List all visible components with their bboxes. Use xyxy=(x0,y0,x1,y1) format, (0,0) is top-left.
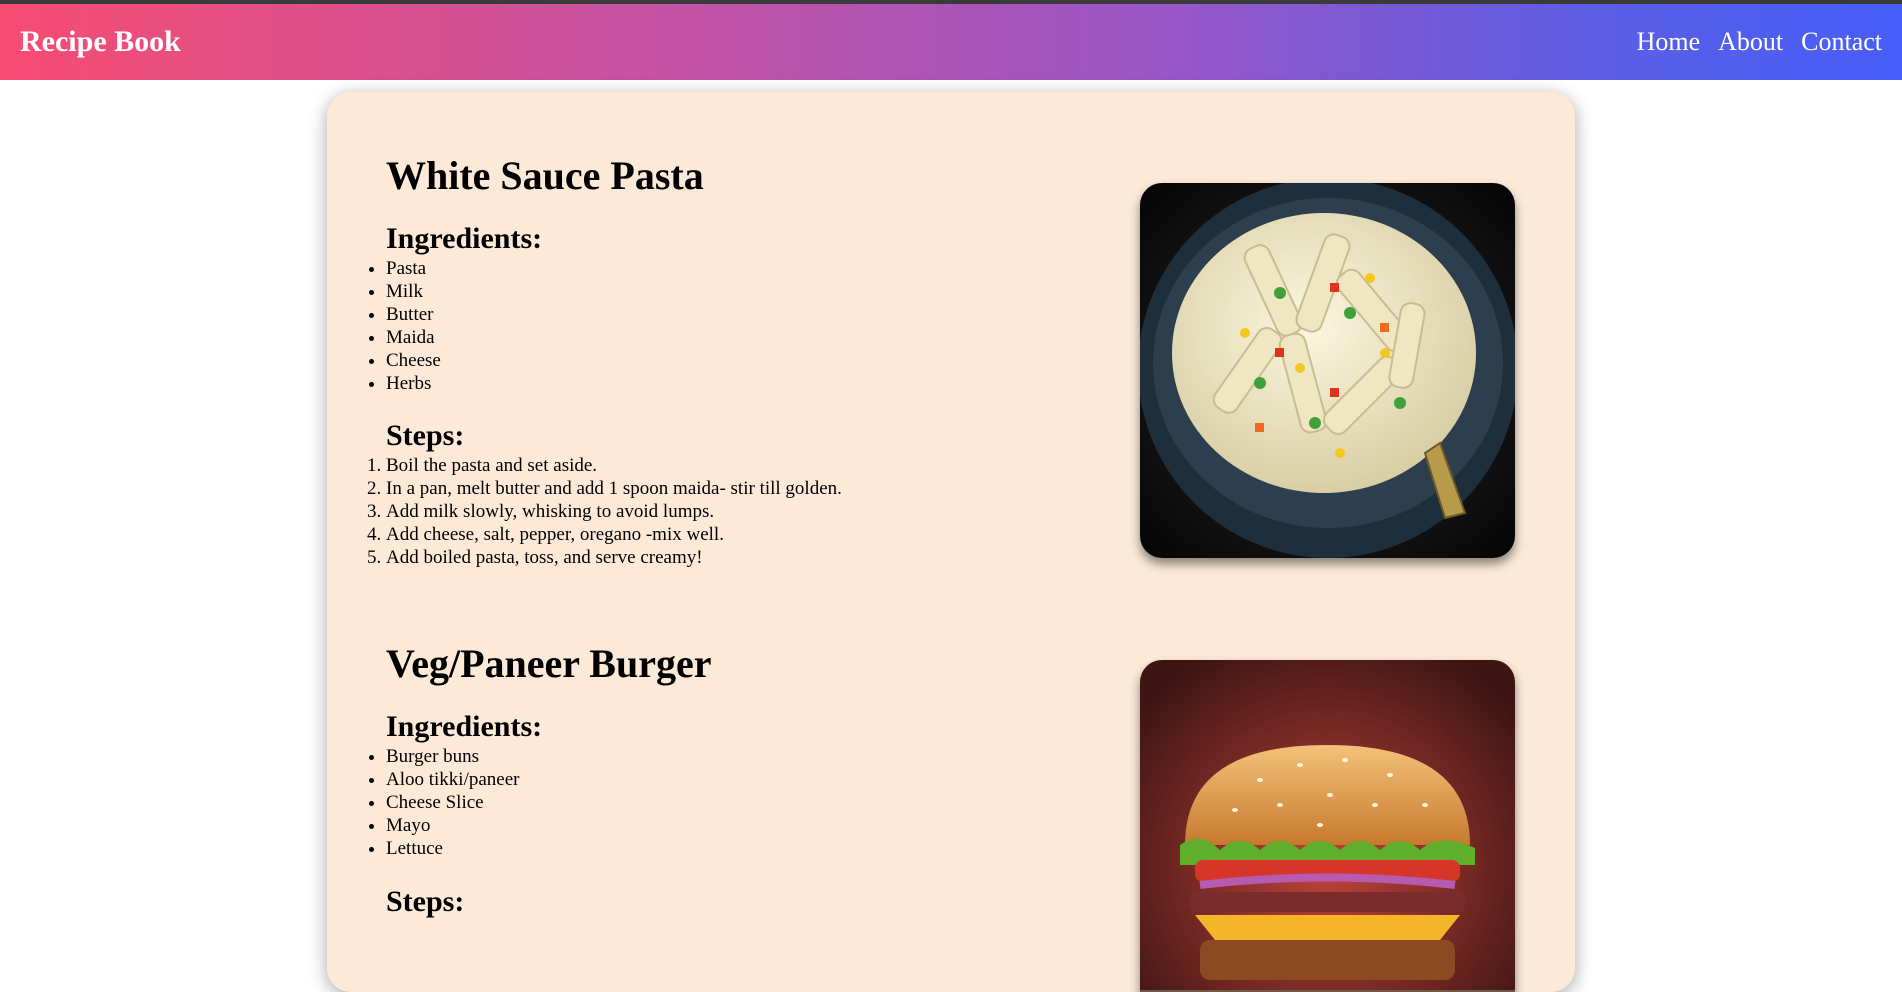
list-item: Herbs xyxy=(386,372,441,395)
main-nav: Home About Contact xyxy=(1637,27,1882,57)
recipe-title: Veg/Paneer Burger xyxy=(386,641,712,686)
list-item: Boil the pasta and set aside. xyxy=(386,454,842,477)
list-item: Butter xyxy=(386,303,441,326)
steps-list: Boil the pasta and set aside. In a pan, … xyxy=(386,454,842,569)
ingredients-list: Burger buns Aloo tikki/paneer Cheese Sli… xyxy=(386,745,520,860)
list-item: Maida xyxy=(386,326,441,349)
steps-heading: Steps: xyxy=(386,419,465,452)
list-item: In a pan, melt butter and add 1 spoon ma… xyxy=(386,477,842,500)
ingredients-heading: Ingredients: xyxy=(386,710,543,743)
nav-home-link[interactable]: Home xyxy=(1637,27,1701,57)
ingredients-heading: Ingredients: xyxy=(386,222,543,255)
list-item: Milk xyxy=(386,280,441,303)
list-item: Aloo tikki/paneer xyxy=(386,768,520,791)
site-header: Recipe Book Home About Contact xyxy=(0,4,1902,80)
recipe-title: White Sauce Pasta xyxy=(386,153,704,198)
recipe-card: White Sauce Pasta Ingredients: Pasta Mil… xyxy=(327,92,1575,992)
list-item: Add milk slowly, whisking to avoid lumps… xyxy=(386,500,842,523)
list-item: Pasta xyxy=(386,257,441,280)
pasta-image xyxy=(1140,183,1515,558)
brand-title[interactable]: Recipe Book xyxy=(20,25,181,59)
steps-heading: Steps: xyxy=(386,885,465,918)
list-item: Mayo xyxy=(386,814,520,837)
nav-contact-link[interactable]: Contact xyxy=(1801,27,1882,57)
list-item: Lettuce xyxy=(386,837,520,860)
nav-about-link[interactable]: About xyxy=(1718,27,1783,57)
list-item: Add boiled pasta, toss, and serve creamy… xyxy=(386,546,842,569)
list-item: Add cheese, salt, pepper, oregano -mix w… xyxy=(386,523,842,546)
ingredients-list: Pasta Milk Butter Maida Cheese Herbs xyxy=(386,257,441,395)
burger-image xyxy=(1140,660,1515,992)
list-item: Cheese Slice xyxy=(386,791,520,814)
list-item: Cheese xyxy=(386,349,441,372)
list-item: Burger buns xyxy=(386,745,520,768)
